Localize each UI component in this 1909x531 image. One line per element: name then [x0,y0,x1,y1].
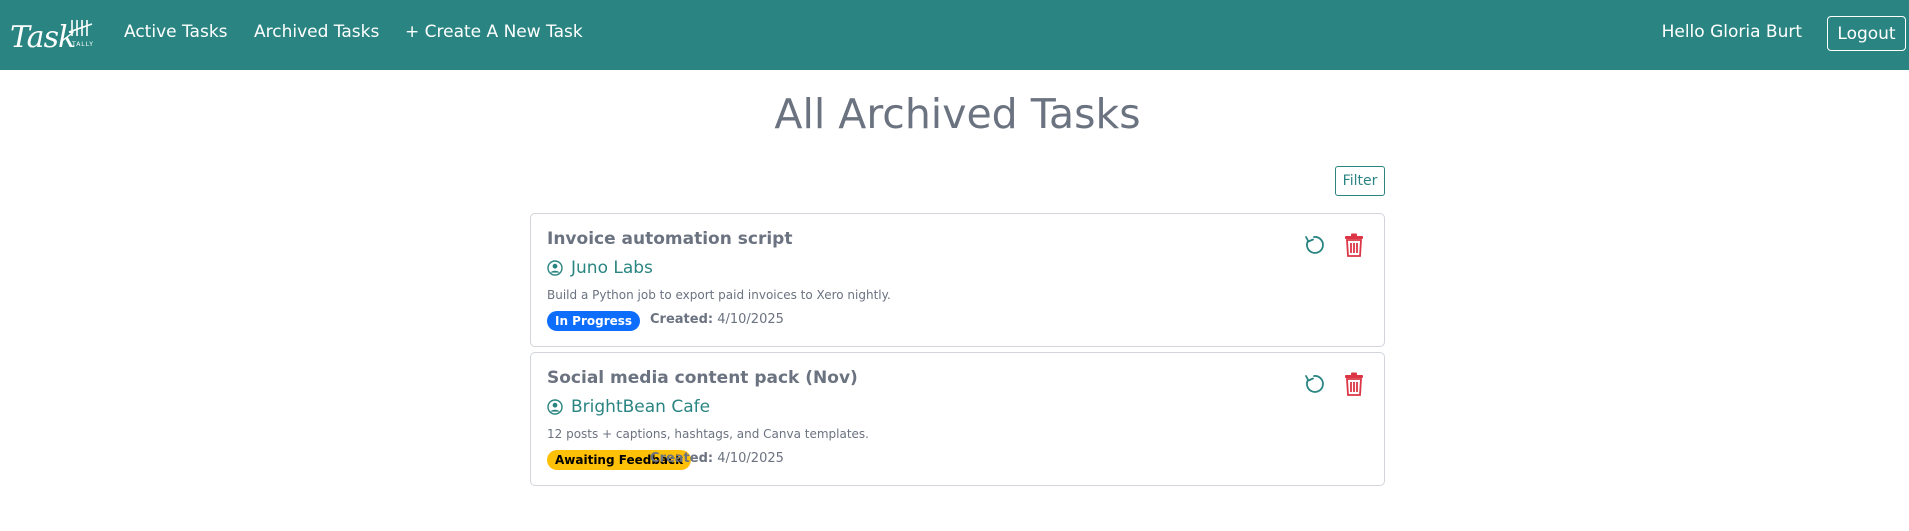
created-date: Created: 4/10/2025 [650,312,784,327]
task-tally-logo[interactable]: Task TALLY [10,18,98,58]
user-greeting: Hello Gloria Burt [1661,22,1802,42]
created-label: Created: [650,312,714,327]
restore-icon[interactable] [1303,234,1325,256]
nav-archived-tasks[interactable]: Archived Tasks [254,22,379,42]
logout-button[interactable]: Logout [1827,16,1906,51]
task-card: Social media content pack (Nov) BrightBe… [530,352,1385,486]
status-badge: In Progress [547,311,641,331]
user-circle-icon [547,399,563,415]
client-name: Juno Labs [571,258,653,278]
task-description: 12 posts + captions, hashtags, and Canva… [547,427,869,441]
logo-subtitle: TALLY [72,41,94,48]
task-client: BrightBean Cafe [547,397,710,417]
logo-word: Task [10,20,76,55]
restore-icon[interactable] [1303,373,1325,395]
created-value: 4/10/2025 [717,451,784,466]
trash-icon[interactable] [1343,372,1365,396]
task-title: Invoice automation script [547,229,793,249]
task-title: Social media content pack (Nov) [547,368,858,388]
created-value: 4/10/2025 [717,312,784,327]
trash-icon[interactable] [1343,233,1365,257]
client-name: BrightBean Cafe [571,397,711,417]
user-circle-icon [547,260,563,276]
filter-button[interactable]: Filter [1335,166,1385,196]
created-date: Created: 4/10/2025 [650,451,784,466]
navbar: Task TALLY Active Tasks Archived Tasks +… [0,0,1909,70]
nav-active-tasks[interactable]: Active Tasks [124,22,228,42]
task-description: Build a Python job to export paid invoic… [547,288,891,302]
created-label: Created: [650,451,714,466]
task-client: Juno Labs [547,258,653,278]
page-title: All Archived Tasks [774,90,1141,138]
task-card: Invoice automation script Juno Labs Buil… [530,213,1385,347]
nav-create-task[interactable]: + Create A New Task [405,22,583,42]
